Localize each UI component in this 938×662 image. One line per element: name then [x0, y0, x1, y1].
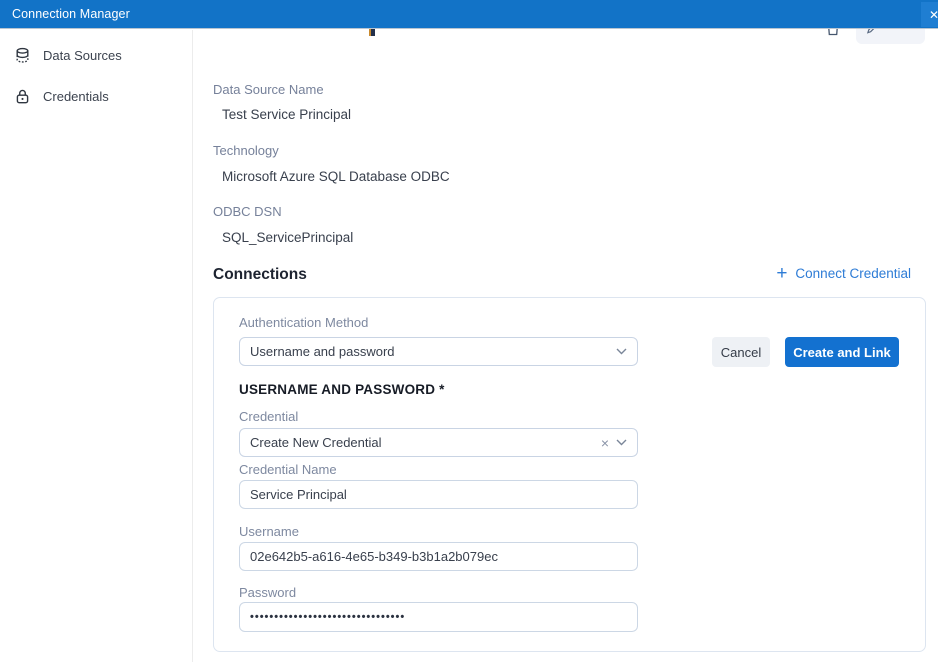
credential-name-label: Credential Name: [239, 462, 337, 477]
connect-credential-label: Connect Credential: [795, 266, 911, 281]
clipped-heading-fragment: [369, 29, 376, 36]
credential-select[interactable]: Create New Credential ×: [239, 428, 638, 457]
sidebar: Data Sources Credentials: [0, 30, 193, 662]
connections-heading: Connections: [213, 266, 307, 284]
cancel-button[interactable]: Cancel: [712, 337, 770, 367]
pencil-icon: [866, 29, 879, 35]
field-value-data-source-name: Test Service Principal: [222, 107, 351, 122]
field-label-odbc-dsn: ODBC DSN: [213, 204, 282, 219]
credential-label: Credential: [239, 409, 298, 424]
sidebar-item-label: Credentials: [43, 89, 109, 104]
clear-icon[interactable]: ×: [601, 435, 609, 451]
auth-method-value: Username and password: [250, 344, 616, 359]
plus-icon: +: [776, 264, 787, 283]
auth-method-label: Authentication Method: [239, 315, 368, 330]
username-label: Username: [239, 524, 299, 539]
connect-credential-link[interactable]: + Connect Credential: [776, 264, 911, 283]
connection-form-panel: Authentication Method Username and passw…: [213, 297, 926, 652]
password-label: Password: [239, 585, 296, 600]
chevron-down-icon: [616, 348, 627, 355]
credential-name-input[interactable]: [239, 480, 638, 509]
database-icon: [14, 47, 31, 64]
trash-icon[interactable]: [825, 29, 842, 37]
sidebar-item-data-sources[interactable]: Data Sources: [0, 39, 192, 72]
auth-method-select[interactable]: Username and password: [239, 337, 638, 366]
field-label-data-source-name: Data Source Name: [213, 82, 324, 97]
field-label-technology: Technology: [213, 143, 279, 158]
sidebar-item-credentials[interactable]: Credentials: [0, 80, 192, 113]
username-input[interactable]: [239, 542, 638, 571]
titlebar: Connection Manager ✕: [0, 0, 938, 29]
lock-icon: [14, 88, 31, 105]
password-input[interactable]: [239, 602, 638, 632]
username-password-section-heading: USERNAME AND PASSWORD *: [239, 382, 445, 397]
close-icon[interactable]: ✕: [921, 2, 938, 27]
chevron-down-icon: [616, 439, 627, 446]
window-title: Connection Manager: [0, 7, 130, 21]
connection-manager-window: Connection Manager ✕ Data Sources: [0, 0, 938, 662]
credential-value: Create New Credential: [250, 435, 601, 450]
field-value-odbc-dsn: SQL_ServicePrincipal: [222, 230, 353, 245]
sidebar-item-label: Data Sources: [43, 48, 122, 63]
create-and-link-button[interactable]: Create and Link: [785, 337, 899, 367]
field-value-technology: Microsoft Azure SQL Database ODBC: [222, 169, 450, 184]
edit-button[interactable]: [856, 29, 925, 44]
